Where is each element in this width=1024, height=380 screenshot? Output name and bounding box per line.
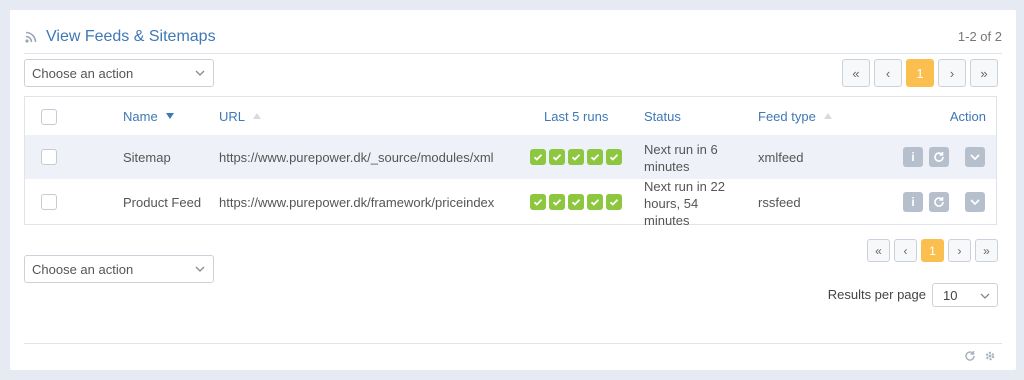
feed-status-text: Next run in 6 minutes	[644, 142, 718, 174]
run-success-icon	[530, 149, 546, 165]
results-per-page-select[interactable]: 10	[932, 283, 998, 307]
prev-page-button[interactable]: ‹	[874, 59, 902, 87]
last-page-button[interactable]: »	[970, 59, 998, 87]
gear-icon[interactable]	[984, 350, 996, 362]
feed-url[interactable]: https://www.purepower.dk/_source/modules…	[219, 135, 517, 179]
next-page-button[interactable]: ›	[948, 239, 971, 262]
results-per-page-value: 10	[943, 287, 958, 303]
run-success-icon	[549, 149, 565, 165]
run-success-icon	[568, 194, 584, 210]
pagination-bottom: « ‹ 1 › »	[867, 239, 998, 262]
run-success-icon	[549, 194, 565, 210]
feed-name[interactable]: Product Feed	[123, 179, 201, 225]
prev-page-button[interactable]: ‹	[894, 239, 917, 262]
first-page-button[interactable]: «	[867, 239, 890, 262]
next-page-button[interactable]: ›	[938, 59, 966, 87]
chevron-down-icon	[980, 293, 990, 299]
column-header-feed-type[interactable]: Feed type	[758, 97, 832, 135]
column-name-label: Name	[123, 108, 158, 124]
pagination-top: « ‹ 1 › »	[842, 59, 998, 87]
last-runs	[530, 179, 622, 225]
run-success-icon	[606, 194, 622, 210]
row-menu-button[interactable]	[965, 192, 985, 212]
page-1-button[interactable]: 1	[906, 59, 934, 87]
row-menu-button[interactable]	[965, 147, 985, 167]
action-select-value: Choose an action	[32, 65, 134, 81]
feed-status-text: Next run in 22 hours, 54 minutes	[644, 178, 725, 228]
column-header-name[interactable]: Name	[123, 97, 174, 135]
chevron-down-icon	[195, 266, 205, 272]
feed-type: rssfeed	[758, 194, 801, 210]
feed-name[interactable]: Sitemap	[123, 135, 171, 179]
info-icon: i	[911, 150, 915, 164]
column-header-status: Status	[644, 108, 681, 124]
first-page-button[interactable]: «	[842, 59, 870, 87]
table-row: Product Feed https://www.purepower.dk/fr…	[25, 179, 996, 228]
chevron-down-icon	[970, 199, 980, 206]
info-button[interactable]: i	[903, 147, 923, 167]
table-row: Sitemap https://www.purepower.dk/_source…	[25, 135, 996, 179]
feeds-panel: View Feeds & Sitemaps 1-2 of 2 Choose an…	[10, 10, 1016, 370]
row-checkbox[interactable]	[41, 194, 57, 210]
column-header-runs: Last 5 runs	[544, 108, 609, 124]
column-url-label: URL	[219, 108, 246, 124]
action-select-value: Choose an action	[32, 261, 134, 277]
feed-status: Next run in 22 hours, 54 minutes	[644, 179, 734, 228]
select-all-checkbox[interactable]	[41, 109, 57, 125]
run-success-icon	[587, 194, 603, 210]
refresh-icon	[934, 197, 944, 207]
feed-type: xmlfeed	[758, 149, 804, 165]
column-feed-type-label: Feed type	[758, 108, 816, 124]
refresh-button[interactable]	[929, 192, 949, 212]
run-success-icon	[568, 149, 584, 165]
column-header-url[interactable]: URL	[219, 97, 262, 135]
chevron-down-icon	[970, 154, 980, 161]
refresh-icon[interactable]	[964, 350, 976, 362]
sort-icon	[253, 113, 262, 119]
results-per-page-label: Results per page	[827, 287, 926, 302]
action-select-bottom[interactable]: Choose an action	[24, 255, 214, 283]
run-success-icon	[606, 149, 622, 165]
refresh-button[interactable]	[929, 147, 949, 167]
page-title: View Feeds & Sitemaps	[46, 27, 216, 45]
info-button[interactable]: i	[903, 192, 923, 212]
info-icon: i	[911, 195, 915, 209]
panel-header: View Feeds & Sitemaps 1-2 of 2	[24, 20, 1002, 54]
run-success-icon	[530, 194, 546, 210]
refresh-icon	[934, 152, 944, 162]
feed-status: Next run in 6 minutes	[644, 135, 744, 179]
results-count: 1-2 of 2	[957, 29, 1002, 44]
sort-icon	[823, 113, 832, 119]
sort-desc-icon	[165, 113, 174, 119]
column-header-action: Action	[949, 108, 986, 124]
feed-url[interactable]: https://www.purepower.dk/framework/price…	[219, 179, 517, 225]
footer-divider	[24, 343, 1002, 344]
page-1-button[interactable]: 1	[921, 239, 944, 262]
last-page-button[interactable]: »	[975, 239, 998, 262]
action-select-top[interactable]: Choose an action	[24, 59, 214, 87]
run-success-icon	[587, 149, 603, 165]
row-checkbox[interactable]	[41, 149, 57, 165]
last-runs	[530, 135, 622, 179]
rss-icon	[25, 31, 37, 43]
chevron-down-icon	[195, 70, 205, 76]
feeds-table: Name URL Last 5 runs Status Feed type Ac…	[24, 96, 997, 228]
